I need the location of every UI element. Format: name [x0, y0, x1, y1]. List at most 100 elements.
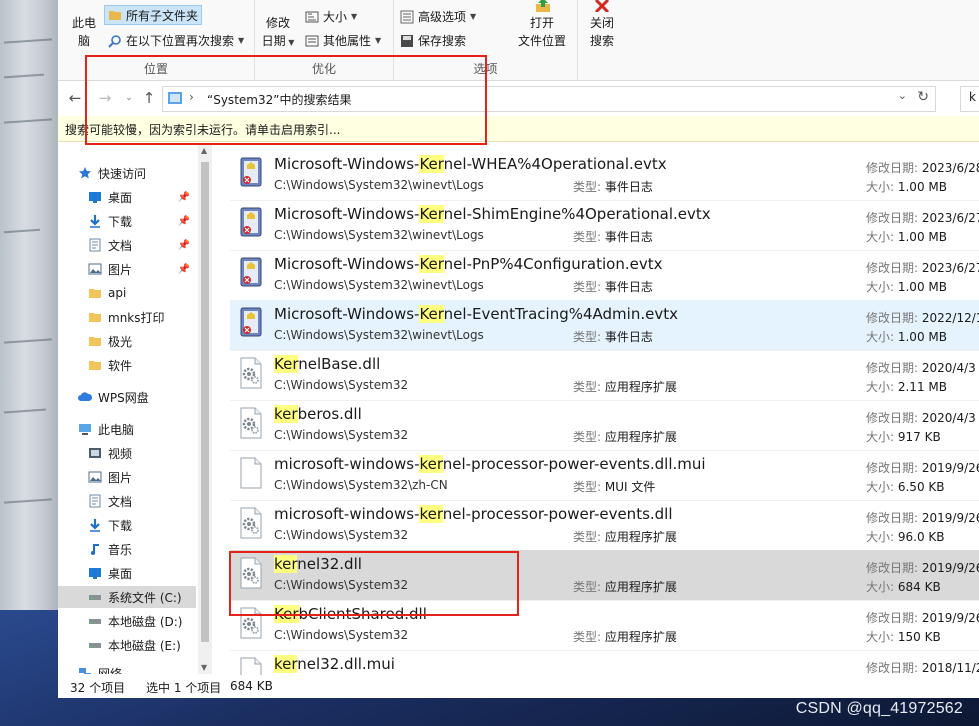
refresh-icon[interactable]: ↻ — [917, 89, 929, 105]
file-type-value: 应用程序扩展 — [604, 580, 677, 594]
nav-item-label: 系统文件 (C:) — [108, 590, 182, 605]
nav-item[interactable]: 网络 — [58, 662, 196, 674]
download-icon — [90, 215, 100, 228]
other-properties-button[interactable]: 其他属性 ▼ — [305, 32, 381, 49]
file-row[interactable]: KernelBase.dll C:\Windows\System32 类型: 应用程… — [230, 350, 979, 401]
navigation-scrollbar[interactable]: ▲ ▼ — [198, 144, 212, 674]
music-icon — [91, 544, 99, 555]
nav-item-label: 桌面 — [108, 566, 133, 581]
status-bar: 32 个项目 选中 1 个项目 684 KB — [58, 675, 979, 698]
file-name-suffix: nel32.dll.mui — [297, 655, 395, 673]
nav-item-label: 桌面 — [108, 190, 133, 205]
pin-icon[interactable]: 📌 — [178, 216, 190, 227]
date-modified-button[interactable]: 修改 日期 ▼ — [261, 14, 295, 52]
nav-item[interactable]: 桌面 📌 — [58, 186, 196, 208]
file-row[interactable]: Microsoft-Windows-Kernel-WHEA%4Operation… — [230, 150, 979, 201]
file-path: C:\Windows\System32\zh-CN — [274, 478, 448, 492]
nav-item-label: 下载 — [108, 518, 133, 533]
nav-item-label: 软件 — [108, 358, 133, 373]
file-date-value: 2019/9/26 — [921, 511, 979, 525]
size-icon — [305, 11, 319, 22]
file-size: 大小: 1.00 MB — [866, 178, 947, 195]
scrollbar-thumb[interactable] — [201, 162, 209, 642]
pin-icon[interactable]: 📌 — [178, 264, 190, 275]
nav-item[interactable]: 系统文件 (C:) — [58, 586, 196, 608]
search-input[interactable]: k — [960, 86, 979, 112]
dll-gear-icon — [240, 507, 262, 539]
open-location-icon — [536, 0, 550, 12]
search-again-button[interactable]: 在以下位置再次搜索 ▼ — [108, 32, 244, 49]
open-file-location-button[interactable]: 打开 文件位置 — [512, 0, 572, 50]
nav-item[interactable]: 本地磁盘 (E:) — [58, 634, 196, 656]
nav-item[interactable]: 桌面 — [58, 562, 196, 584]
folder-icon — [89, 361, 101, 370]
nav-item[interactable]: 图片 📌 — [58, 258, 196, 280]
file-size: 大小: 1.00 MB — [866, 228, 947, 245]
file-name: microsoft-windows-kernel-processor-power… — [274, 505, 673, 523]
nav-item[interactable]: 软件 — [58, 354, 196, 376]
desktop-icon — [89, 568, 101, 579]
file-row[interactable]: Microsoft-Windows-Kernel-PnP%4Configurat… — [230, 250, 979, 301]
computer-icon — [79, 424, 91, 435]
nav-item-label: 本地磁盘 (D:) — [108, 614, 183, 629]
save-search-button[interactable]: 保存搜索 — [400, 32, 466, 49]
all-subfolders-button[interactable]: 所有子文件夹 — [104, 5, 203, 25]
search-match-highlight: Ker — [419, 305, 444, 323]
file-row[interactable]: Microsoft-Windows-Kernel-ShimEngine%4Ope… — [230, 200, 979, 251]
file-type: 类型: 应用程序扩展 — [573, 378, 677, 395]
nav-item[interactable]: mnks打印 — [58, 306, 196, 328]
file-date-value: 2023/6/28 — [921, 161, 979, 175]
file-date: 修改日期: 2023/6/27 — [866, 259, 979, 276]
nav-item[interactable]: 此电脑 — [58, 418, 196, 440]
nav-item[interactable]: 图片 — [58, 466, 196, 488]
nav-item[interactable]: 本地磁盘 (D:) — [58, 610, 196, 632]
open-location-label-1: 打开 — [529, 16, 554, 30]
back-button[interactable]: ← — [66, 88, 84, 108]
nav-item[interactable]: 下载 — [58, 514, 196, 536]
search-match-highlight: ker — [274, 655, 298, 673]
advanced-options-button[interactable]: 高级选项 ▼ — [400, 8, 476, 25]
file-date: 修改日期: 2023/6/27 — [866, 209, 979, 226]
nav-item[interactable]: 极光 — [58, 330, 196, 352]
blank-file-icon — [240, 457, 262, 489]
nav-item[interactable]: 视频 — [58, 442, 196, 464]
size-filter-button[interactable]: 大小 ▼ — [305, 8, 357, 25]
file-name-suffix: nel-ShimEngine%4Operational.evtx — [443, 205, 711, 223]
pin-icon[interactable]: 📌 — [178, 192, 190, 203]
nav-item[interactable]: 快速访问 — [58, 162, 196, 184]
nav-item[interactable]: 下载 📌 — [58, 210, 196, 232]
file-size-value: 150 KB — [897, 630, 941, 644]
address-dropdown-icon[interactable]: ⌄ — [898, 89, 907, 102]
size-label: 大小: — [866, 230, 898, 244]
scroll-up-icon[interactable]: ▲ — [201, 146, 207, 155]
file-name-prefix: Microsoft-Windows- — [274, 305, 420, 323]
file-row[interactable]: Microsoft-Windows-Kernel-EventTracing%4A… — [230, 300, 979, 351]
nav-item[interactable]: WPS网盘 — [58, 386, 196, 408]
nav-item-label: 本地磁盘 (E:) — [108, 638, 181, 653]
file-name-suffix: nel-processor-power-events.dll — [442, 505, 673, 523]
scroll-down-icon[interactable]: ▼ — [201, 663, 207, 672]
file-name: Microsoft-Windows-Kernel-WHEA%4Operation… — [274, 155, 667, 173]
all-subfolders-label: 所有子文件夹 — [126, 8, 199, 23]
file-type: 类型: MUI 文件 — [573, 478, 655, 495]
file-name-prefix: Microsoft-Windows- — [274, 205, 420, 223]
file-name: KernelBase.dll — [274, 355, 380, 373]
annotation-box-kernel32 — [229, 551, 519, 616]
file-row[interactable]: microsoft-windows-kernel-processor-power… — [230, 450, 979, 501]
file-row[interactable]: microsoft-windows-kernel-processor-power… — [230, 500, 979, 551]
file-row[interactable]: kerberos.dll C:\Windows\System32 类型: 应用程序扩… — [230, 400, 979, 451]
file-date: 修改日期: 2018/11/2 — [866, 659, 979, 676]
cloud-icon — [78, 392, 92, 401]
nav-item[interactable]: 文档 — [58, 490, 196, 512]
drive-icon — [89, 643, 101, 648]
pin-icon[interactable]: 📌 — [178, 240, 190, 251]
close-search-button[interactable]: 关闭 搜索 — [582, 0, 622, 50]
nav-item[interactable]: 音乐 — [58, 538, 196, 560]
nav-item[interactable]: 文档 📌 — [58, 234, 196, 256]
nav-item-label: 极光 — [108, 334, 133, 349]
folder-icon — [109, 11, 121, 20]
file-path: C:\Windows\System32 — [274, 378, 409, 392]
file-name: kernel32.dll.mui — [274, 655, 395, 673]
nav-item[interactable]: api — [58, 282, 196, 304]
date-label: 修改日期: — [866, 461, 922, 475]
